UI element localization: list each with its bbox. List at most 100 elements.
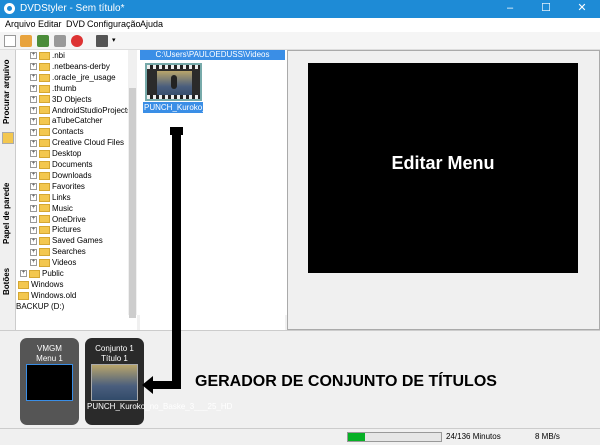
tree-item[interactable]: + Contacts	[30, 127, 84, 138]
expand-icon[interactable]: +	[20, 270, 27, 278]
tree-item-label: Windows.old	[31, 290, 77, 300]
save-icon[interactable]	[37, 35, 49, 47]
expand-icon[interactable]: +	[30, 183, 37, 191]
expand-icon[interactable]: +	[30, 259, 37, 267]
menu-ajuda[interactable]: Ajuda	[140, 19, 163, 29]
tree-item-label: Searches	[52, 247, 86, 257]
tree-item[interactable]: + aTubeCatcher	[30, 116, 102, 127]
tab-botoes[interactable]: Botões	[2, 264, 14, 299]
new-icon[interactable]	[4, 35, 16, 47]
menu-arquivo[interactable]: Arquivo	[5, 19, 36, 29]
tree-item-label: .nbi	[52, 51, 65, 60]
video-thumbnail[interactable]	[145, 63, 202, 101]
tree-item[interactable]: + .thumb	[30, 84, 76, 95]
tree-item[interactable]: + Music	[30, 204, 73, 215]
tree-item[interactable]: + Downloads	[30, 171, 92, 182]
expand-icon[interactable]: +	[30, 215, 37, 223]
menu-canvas-text: Editar Menu	[391, 153, 495, 173]
tree-scrollbar[interactable]	[128, 50, 137, 318]
expand-icon[interactable]: +	[30, 74, 37, 82]
expand-icon[interactable]: +	[30, 128, 37, 136]
tree-item[interactable]: + AndroidStudioProjects	[30, 106, 128, 117]
folder-icon	[39, 139, 50, 148]
tree-item-label: Videos	[52, 258, 77, 268]
menu-editar[interactable]: Editar	[38, 19, 62, 29]
card-sub: Título 1	[101, 354, 128, 363]
expand-icon[interactable]: +	[30, 106, 37, 114]
side-tab-strip: Procurar arquivo Papel de parede Botões	[0, 50, 16, 330]
tab-procurar-arquivo[interactable]: Procurar arquivo	[2, 54, 14, 129]
expand-icon[interactable]: +	[30, 85, 37, 93]
video-frame	[157, 71, 192, 97]
tree-item[interactable]: + .oracle_jre_usage	[30, 73, 116, 84]
tree-item[interactable]: + Desktop	[30, 149, 81, 160]
tree-item[interactable]: + Links	[30, 193, 71, 204]
tree-item[interactable]: + Searches	[30, 247, 86, 258]
progress-fill	[348, 433, 365, 441]
expand-icon[interactable]: +	[30, 139, 37, 147]
tree-item[interactable]: + Creative Cloud Files	[30, 138, 124, 149]
annotation-arrow-head-icon	[142, 376, 153, 394]
expand-icon[interactable]: +	[30, 172, 37, 180]
tab-papel-de-parede[interactable]: Papel de parede	[2, 178, 14, 248]
folder-icon	[39, 160, 50, 169]
maximize-button[interactable]: ☐	[528, 0, 564, 18]
tree-item[interactable]: + .netbeans-derby	[30, 62, 110, 73]
expand-icon[interactable]: +	[30, 237, 37, 245]
menu-configuracao[interactable]: Configuração	[87, 19, 141, 29]
minimize-button[interactable]: –	[492, 0, 528, 18]
menu-dvd[interactable]: DVD	[66, 19, 85, 29]
expand-icon[interactable]: +	[30, 161, 37, 169]
burn-icon[interactable]	[71, 35, 83, 47]
folder-icon	[39, 62, 50, 71]
directory-tree[interactable]: + .nbi + .netbeans-derby + .oracle_jre_usage +…	[16, 50, 128, 315]
folder-icon	[39, 258, 50, 267]
expand-icon[interactable]: +	[30, 150, 37, 158]
scrollbar-thumb[interactable]	[129, 88, 136, 318]
folder-icon	[39, 73, 50, 82]
tree-item-label: Creative Cloud Files	[52, 138, 125, 148]
settings-icon[interactable]	[54, 35, 66, 47]
tree-item[interactable]: + Pictures	[30, 225, 81, 236]
tree-item-label: Windows	[31, 279, 64, 289]
folder-tab-icon[interactable]	[2, 132, 14, 144]
tree-item[interactable]: Windows.old	[16, 291, 76, 302]
titleset-1-card[interactable]: Conjunto 1 Título 1 PUNCH_Kuroko_no_Bask…	[85, 338, 232, 425]
folder-icon	[18, 280, 29, 289]
tree-item-label: .oracle_jre_usage	[52, 72, 116, 82]
expand-icon[interactable]: +	[30, 226, 37, 234]
add-file-icon[interactable]	[96, 35, 108, 47]
window-title: DVDStyler - Sem título*	[20, 3, 125, 14]
close-button[interactable]: ✕	[564, 0, 600, 18]
toolbar: ▾	[0, 32, 600, 50]
folder-icon	[39, 106, 50, 115]
expand-icon[interactable]: +	[30, 117, 37, 125]
expand-icon[interactable]: +	[30, 204, 37, 212]
folder-icon	[39, 84, 50, 93]
expand-icon[interactable]: +	[30, 52, 37, 60]
tree-item[interactable]: BACKUP (D:)	[16, 302, 64, 313]
tree-item[interactable]: + Favorites	[30, 182, 85, 193]
expand-icon[interactable]: +	[30, 95, 37, 103]
annotation-label: GERADOR DE CONJUNTO DE TÍTULOS	[195, 373, 497, 390]
video-file-label[interactable]: PUNCH_Kuroko_no_Baske_3___25_HD.mkv	[143, 102, 306, 113]
folder-icon	[39, 128, 50, 137]
tree-item-label: Desktop	[52, 149, 82, 159]
tree-item[interactable]: + OneDrive	[30, 215, 86, 226]
expand-icon[interactable]: +	[30, 63, 37, 71]
open-icon[interactable]	[20, 35, 32, 47]
menu-canvas[interactable]: Editar Menu	[308, 63, 578, 273]
tree-item[interactable]: + Saved Games	[30, 236, 103, 247]
tree-item[interactable]: Windows	[16, 280, 63, 291]
expand-icon[interactable]: +	[30, 248, 37, 256]
tree-item[interactable]: +3D Objects	[30, 95, 92, 106]
expand-icon[interactable]: +	[30, 194, 37, 202]
vmgm-card[interactable]: VMGM Menu 1	[20, 338, 79, 425]
tree-item[interactable]: + Public	[20, 269, 64, 280]
tree-item[interactable]: + .nbi	[30, 51, 65, 62]
dropdown-icon[interactable]: ▾	[112, 35, 119, 47]
duration-text: 24/136 Minutos	[446, 432, 501, 441]
tree-item[interactable]: + Documents	[30, 160, 92, 171]
tree-item[interactable]: + Videos	[30, 258, 76, 269]
folder-icon	[29, 269, 40, 278]
